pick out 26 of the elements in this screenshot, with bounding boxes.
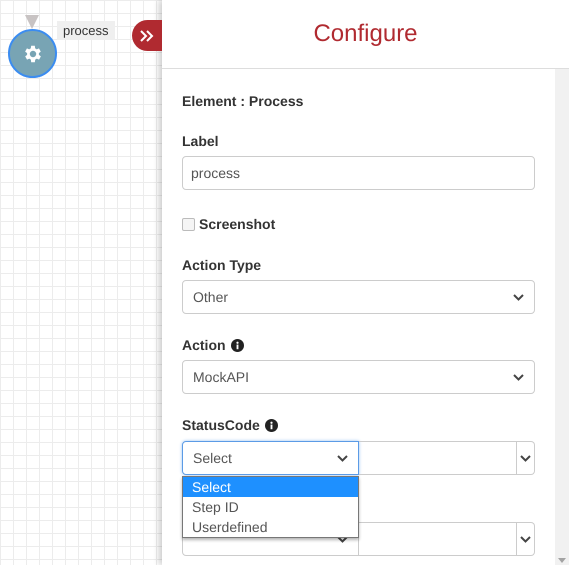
select-dropdown[interactable]: Select <box>182 441 359 475</box>
text-field[interactable]: process <box>182 156 535 190</box>
select-dropdown[interactable]: Other <box>182 280 535 314</box>
node-label: process <box>57 21 115 40</box>
element-heading: Element : Process <box>182 92 304 111</box>
checkbox[interactable] <box>182 218 195 230</box>
chevron-down-icon <box>520 536 531 542</box>
chevron-down-icon <box>520 454 531 462</box>
chevron-down-icon <box>337 454 348 462</box>
chevron-down-icon <box>337 536 348 542</box>
field-label: StatusCode <box>182 416 260 435</box>
scrollbar[interactable] <box>555 69 569 565</box>
arrow-head-icon <box>25 15 39 29</box>
value-field[interactable] <box>359 522 535 556</box>
double-chevron-icon <box>140 30 154 42</box>
panel-title: Configure <box>313 19 418 49</box>
dropdown-option[interactable]: Userdefined <box>183 517 358 537</box>
checkbox-label: Screenshot <box>199 215 276 234</box>
value-field[interactable] <box>359 441 535 475</box>
chevron-down-icon <box>513 374 524 380</box>
field-label: Label <box>182 132 219 151</box>
field-label: Action <box>182 336 226 355</box>
field-label: Action Type <box>182 256 262 275</box>
chevron-down-icon <box>513 294 524 300</box>
select-dropdown[interactable]: MockAPI <box>182 360 535 394</box>
dropdown-option[interactable]: Step ID <box>183 497 358 517</box>
